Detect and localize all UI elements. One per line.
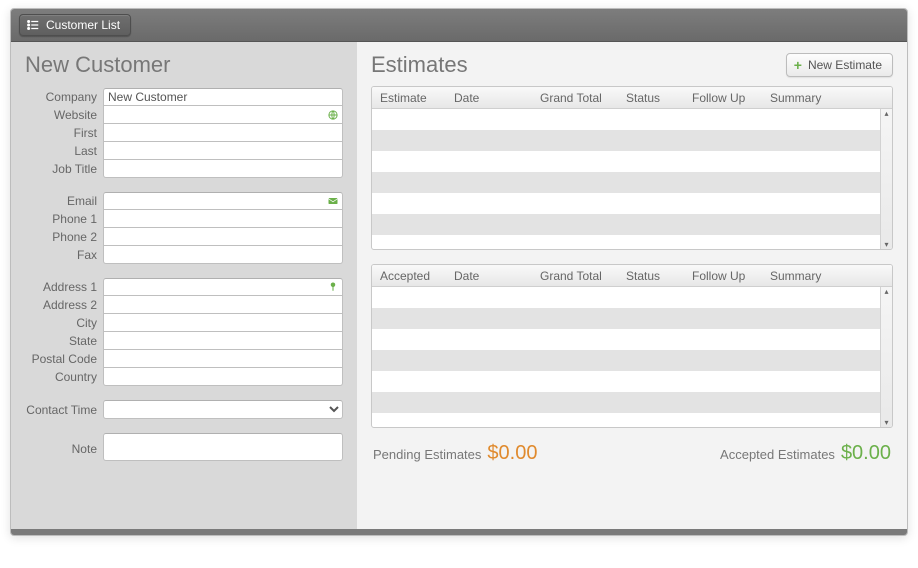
email-input[interactable]: [103, 192, 343, 210]
company-label: Company: [25, 90, 103, 104]
col-accepted[interactable]: Accepted: [372, 269, 446, 283]
table-row[interactable]: [372, 308, 880, 329]
col-summary[interactable]: Summary: [762, 269, 892, 283]
pending-grid-header: Estimate Date Grand Total Status Follow …: [372, 87, 892, 109]
right-panel: Estimates + New Estimate Estimate Date G…: [357, 42, 907, 529]
fax-input[interactable]: [103, 246, 343, 264]
website-label: Website: [25, 108, 103, 122]
scrollbar[interactable]: ▴ ▾: [880, 287, 892, 427]
page-title: New Customer: [25, 52, 353, 78]
pending-total-label: Pending Estimates: [373, 447, 481, 462]
address2-input[interactable]: [103, 296, 343, 314]
last-input[interactable]: [103, 142, 343, 160]
phone1-input[interactable]: [103, 210, 343, 228]
scrollbar[interactable]: ▴ ▾: [880, 109, 892, 249]
scroll-down-icon[interactable]: ▾: [881, 240, 892, 249]
col-status[interactable]: Status: [618, 269, 684, 283]
city-label: City: [25, 316, 103, 330]
table-row[interactable]: [372, 371, 880, 392]
phone1-label: Phone 1: [25, 212, 103, 226]
address1-label: Address 1: [25, 280, 103, 294]
scroll-up-icon[interactable]: ▴: [881, 287, 892, 296]
app-window: Customer List New Customer Company Websi…: [10, 8, 908, 536]
accepted-grid-header: Accepted Date Grand Total Status Follow …: [372, 265, 892, 287]
table-row[interactable]: [372, 392, 880, 413]
table-row[interactable]: [372, 214, 880, 235]
note-input[interactable]: [103, 433, 343, 461]
customer-list-label: Customer List: [46, 18, 120, 32]
pending-estimates-grid: Estimate Date Grand Total Status Follow …: [371, 86, 893, 250]
website-input[interactable]: [103, 106, 343, 124]
email-label: Email: [25, 194, 103, 208]
country-label: Country: [25, 370, 103, 384]
first-input[interactable]: [103, 124, 343, 142]
accepted-total-label: Accepted Estimates: [720, 447, 835, 462]
col-status[interactable]: Status: [618, 91, 684, 105]
customer-list-button[interactable]: Customer List: [19, 14, 131, 36]
table-row[interactable]: [372, 287, 880, 308]
totals-row: Pending Estimates $0.00 Accepted Estimat…: [371, 442, 893, 465]
scroll-up-icon[interactable]: ▴: [881, 109, 892, 118]
jobtitle-label: Job Title: [25, 162, 103, 176]
contacttime-select[interactable]: [103, 400, 343, 419]
scroll-down-icon[interactable]: ▾: [881, 418, 892, 427]
city-input[interactable]: [103, 314, 343, 332]
table-row[interactable]: [372, 235, 880, 249]
first-label: First: [25, 126, 103, 140]
col-estimate[interactable]: Estimate: [372, 91, 446, 105]
accepted-grid-body: ▴ ▾: [372, 287, 892, 427]
table-row[interactable]: [372, 193, 880, 214]
address2-label: Address 2: [25, 298, 103, 312]
state-input[interactable]: [103, 332, 343, 350]
accepted-total-amount: $0.00: [841, 442, 891, 465]
last-label: Last: [25, 144, 103, 158]
country-input[interactable]: [103, 368, 343, 386]
jobtitle-input[interactable]: [103, 160, 343, 178]
address1-input[interactable]: [103, 278, 343, 296]
toolbar: Customer List: [11, 9, 907, 42]
company-input[interactable]: [103, 88, 343, 106]
accepted-estimates-grid: Accepted Date Grand Total Status Follow …: [371, 264, 893, 428]
phone2-input[interactable]: [103, 228, 343, 246]
phone2-label: Phone 2: [25, 230, 103, 244]
list-icon: [26, 18, 40, 32]
table-row[interactable]: [372, 109, 880, 130]
contacttime-label: Contact Time: [25, 403, 103, 417]
col-followup[interactable]: Follow Up: [684, 91, 762, 105]
table-row[interactable]: [372, 350, 880, 371]
table-row[interactable]: [372, 413, 880, 427]
table-row[interactable]: [372, 172, 880, 193]
left-panel: New Customer Company Website: [11, 42, 357, 529]
col-followup[interactable]: Follow Up: [684, 269, 762, 283]
table-row[interactable]: [372, 329, 880, 350]
col-grandtotal[interactable]: Grand Total: [532, 269, 618, 283]
state-label: State: [25, 334, 103, 348]
fax-label: Fax: [25, 248, 103, 262]
pending-total-amount: $0.00: [487, 442, 537, 465]
pending-grid-body: ▴ ▾: [372, 109, 892, 249]
col-date[interactable]: Date: [446, 269, 532, 283]
estimates-title: Estimates: [371, 52, 468, 78]
table-row[interactable]: [372, 151, 880, 172]
new-estimate-button[interactable]: + New Estimate: [786, 53, 893, 77]
col-summary[interactable]: Summary: [762, 91, 892, 105]
postal-label: Postal Code: [25, 352, 103, 366]
col-grandtotal[interactable]: Grand Total: [532, 91, 618, 105]
col-date[interactable]: Date: [446, 91, 532, 105]
postal-input[interactable]: [103, 350, 343, 368]
content: New Customer Company Website: [11, 42, 907, 535]
plus-icon: +: [794, 58, 802, 72]
note-label: Note: [25, 442, 103, 456]
new-estimate-label: New Estimate: [808, 58, 882, 72]
table-row[interactable]: [372, 130, 880, 151]
